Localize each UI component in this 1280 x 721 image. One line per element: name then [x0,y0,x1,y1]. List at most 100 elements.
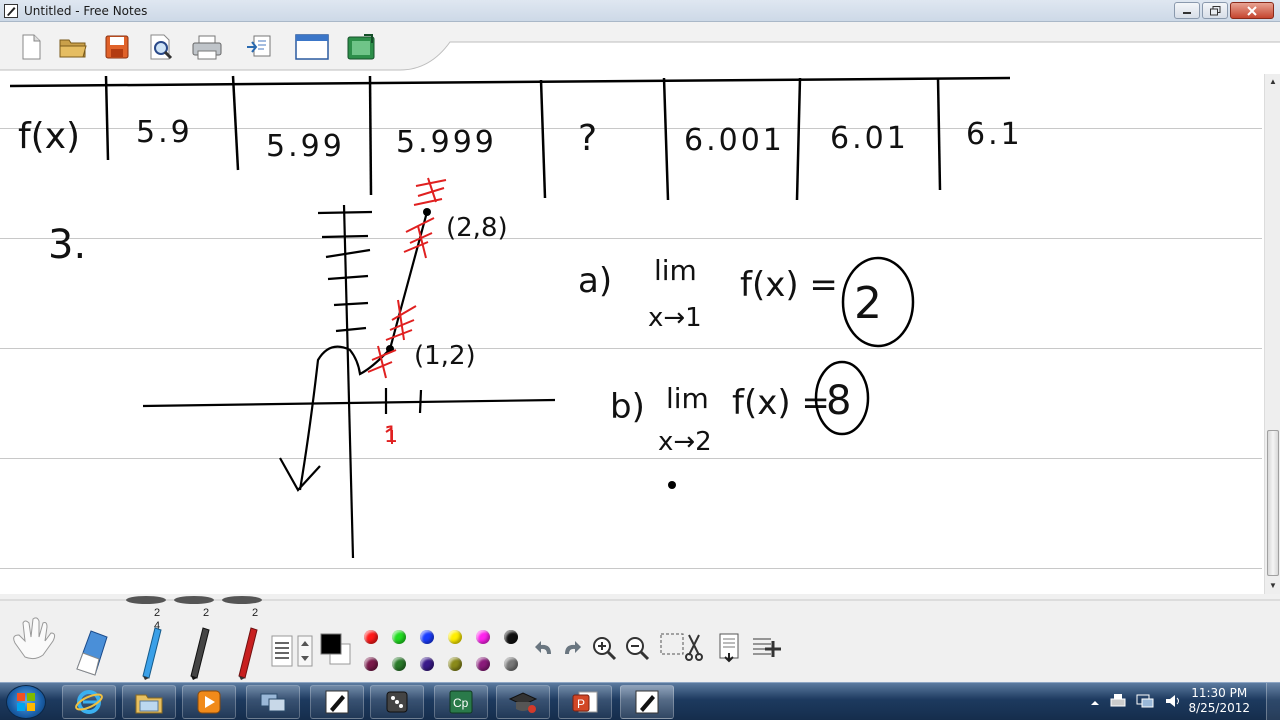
part-b-answer: 8 [826,378,851,424]
pen-red-tool-icon[interactable] [228,624,264,680]
pen-tab-count: 2 [203,607,210,619]
title-bar: Untitled - Free Notes [0,0,1280,22]
window-button[interactable] [295,30,329,64]
tool-panel: 2 4 2 2 [0,594,1280,682]
scroll-thumb[interactable] [1267,430,1279,576]
undo-icon[interactable] [532,636,556,660]
clock[interactable]: 11:30 PM 8/25/2012 [1188,686,1250,716]
minimize-button[interactable] [1174,2,1200,19]
pen-tab-count: 2 [154,607,161,619]
scroll-down-arrow[interactable]: ▼ [1265,578,1280,592]
handwriting-layer: f(x) 5.9 5.99 5.999 ? 6.001 6.01 6.1 3. [9,75,1023,559]
vertical-scrollbar[interactable]: ▲ ▼ [1264,74,1280,594]
show-hidden-icons-icon[interactable] [1090,695,1100,713]
table-value: 5.9 [136,115,193,150]
add-page-icon[interactable] [748,630,782,664]
table-value: 5.99 [266,129,345,164]
fx-row-label: f(x) [18,116,80,157]
color-olive-swatch[interactable] [448,657,462,671]
select-cut-icon[interactable] [656,630,706,664]
point-label-1-2: (1,2) [414,341,476,371]
table-value: 6.01 [830,121,909,156]
part-a-lim: lim [654,254,697,287]
zoom-out-icon[interactable] [623,634,651,662]
dice-app-taskbar-icon[interactable] [370,685,424,719]
scroll-up-arrow[interactable]: ▲ [1265,74,1280,88]
free-notes-active-taskbar-icon[interactable] [620,685,674,719]
table-top-line [9,76,1011,88]
taskbar: Cp P 11:30 PM 8/25/2012 [0,682,1280,721]
app-pen-icon [3,3,19,19]
media-player-taskbar-icon[interactable] [182,685,236,719]
new-file-button[interactable] [14,30,48,64]
save-button[interactable] [100,30,134,64]
color-blue-swatch[interactable] [420,630,434,644]
search-page-button[interactable] [144,30,178,64]
point-label-2-8: (2,8) [446,213,508,243]
pen-tab-count: 2 [252,607,259,619]
line-width-stepper[interactable] [296,634,314,668]
table-value: 6.001 [684,123,785,158]
free-notes-taskbar-icon[interactable] [310,685,364,719]
eraser-tool-icon[interactable] [72,624,110,680]
windows-logo-icon [17,693,35,711]
captivate-taskbar-icon[interactable]: Cp [434,685,488,719]
part-b-lim: lim [666,382,709,415]
graph-axes [142,204,556,559]
insert-page-icon[interactable] [714,630,744,664]
color-red-swatch[interactable] [364,630,378,644]
ie-taskbar-icon[interactable] [62,685,116,719]
hand-tool-icon[interactable] [6,612,62,662]
explorer-taskbar-icon[interactable] [122,685,176,719]
window-title: Untitled - Free Notes [24,3,148,18]
open-folder-button[interactable] [56,30,90,64]
red-tick-label: 1 [384,423,398,448]
part-a-expr: f(x) = [740,265,838,305]
table-dividers [104,75,942,201]
current-color-swatch[interactable] [318,630,354,668]
point-2-8 [423,208,431,216]
line-width-icon[interactable] [270,634,294,668]
volume-tray-icon[interactable] [1164,693,1182,714]
table-value: 5.999 [396,125,497,160]
part-a-answer: 2 [854,278,882,329]
color-yellow-swatch[interactable] [448,630,462,644]
part-b-prefix: b) [610,387,645,427]
color-magenta-swatch[interactable] [476,630,490,644]
export-button[interactable] [242,30,276,64]
powerpoint-taskbar-icon[interactable]: P [558,685,612,719]
color-purple-swatch[interactable] [476,657,490,671]
close-button[interactable] [1230,2,1274,19]
part-b-subscript: x→2 [658,427,712,457]
problem-number: 3. [48,222,86,268]
color-dark-red-swatch[interactable] [364,657,378,671]
color-dark-blue-swatch[interactable] [420,657,434,671]
print-button[interactable] [190,30,224,64]
zoom-in-icon[interactable] [590,634,618,662]
stray-dot [668,481,676,489]
redo-icon[interactable] [560,636,584,660]
svg-text:P: P [577,697,585,711]
restore-button[interactable] [1202,2,1228,19]
show-desktop-button[interactable] [1266,683,1280,721]
printer-tray-icon[interactable] [1110,693,1126,714]
start-button[interactable] [6,685,46,719]
network-app-taskbar-icon[interactable] [246,685,300,719]
svg-text:Cp: Cp [453,696,469,710]
color-green-swatch[interactable] [392,630,406,644]
pen-black-tool-icon[interactable] [180,624,216,680]
table-value: ? [578,118,597,159]
red-limit-marks [367,177,447,444]
color-gray-swatch[interactable] [504,657,518,671]
color-dark-green-swatch[interactable] [392,657,406,671]
clock-date: 8/25/2012 [1188,701,1250,715]
tool-panel-edge [0,596,1280,604]
color-black-swatch[interactable] [504,630,518,644]
screen-capture-button[interactable] [344,30,378,64]
part-a-subscript: x→1 [648,303,702,333]
table-value: 6.1 [966,117,1023,152]
graduation-app-taskbar-icon[interactable] [496,685,550,719]
part-a-prefix: a) [578,261,612,301]
pen-blue-tool-icon[interactable] [132,624,168,680]
network-tray-icon[interactable] [1136,693,1154,714]
